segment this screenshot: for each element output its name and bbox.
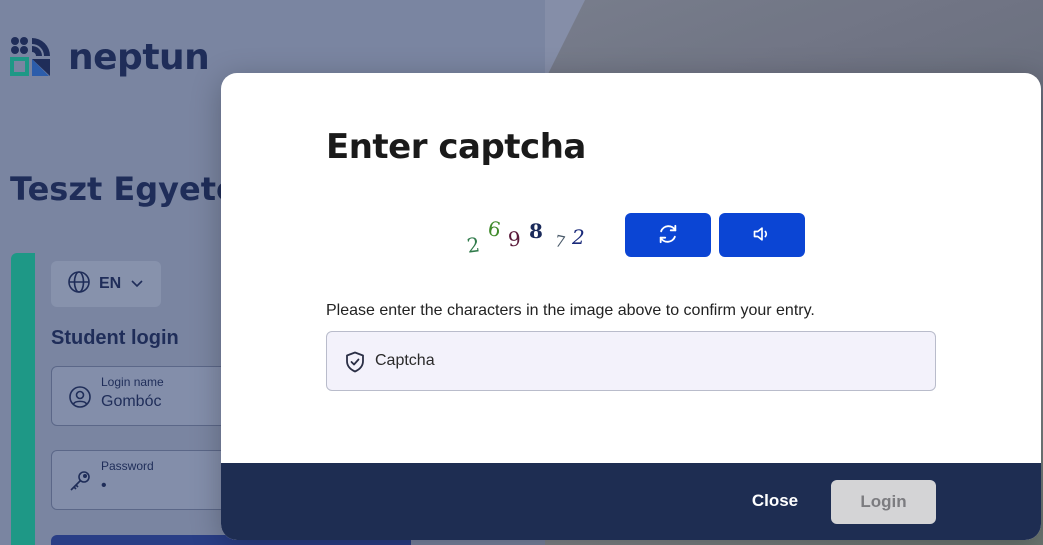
refresh-captcha-button[interactable] (625, 213, 711, 257)
refresh-icon (657, 223, 679, 248)
captcha-dialog: Enter captcha 2 6 9 8 7 2 Please enter t… (221, 73, 1041, 540)
captcha-image: 2 6 9 8 7 2 (464, 215, 594, 259)
captcha-instructions: Please enter the characters in the image… (326, 302, 815, 319)
captcha-char: 8 (529, 219, 543, 243)
captcha-field[interactable] (326, 331, 936, 391)
captcha-char: 2 (572, 225, 585, 249)
speaker-icon (752, 224, 772, 247)
audio-captcha-button[interactable] (719, 213, 805, 257)
dialog-footer: Close Login (221, 463, 1041, 540)
captcha-char: 9 (507, 226, 522, 252)
shield-check-icon (345, 351, 365, 378)
login-button[interactable]: Login (831, 480, 936, 524)
close-button[interactable]: Close (731, 481, 819, 521)
captcha-char: 2 (465, 232, 482, 258)
dialog-title: Enter captcha (326, 127, 586, 167)
captcha-input[interactable] (375, 332, 925, 390)
captcha-char: 7 (553, 231, 568, 252)
captcha-char: 6 (486, 216, 503, 242)
